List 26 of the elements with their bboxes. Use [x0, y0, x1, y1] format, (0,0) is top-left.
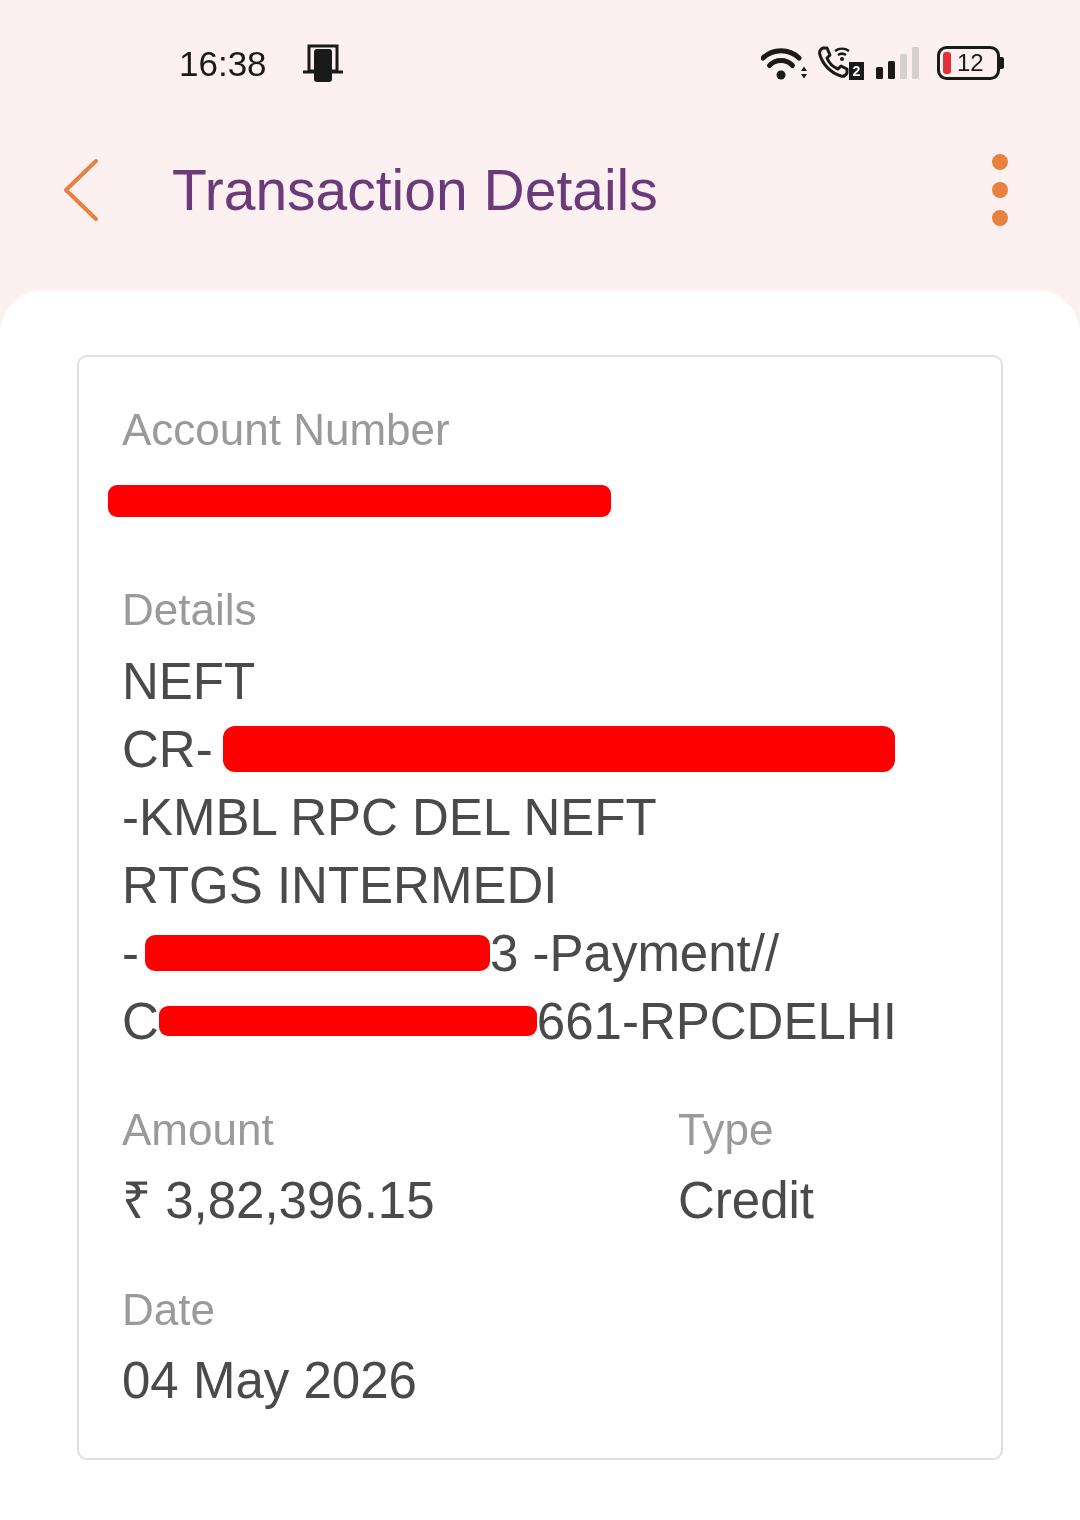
details-text: - — [122, 927, 139, 979]
phone-screen-icon — [302, 44, 343, 82]
field-label: Account Number — [122, 405, 450, 455]
date-value: 04 May 2026 — [122, 1351, 417, 1411]
field-label: Amount — [122, 1105, 274, 1155]
details-text: CR- — [122, 723, 213, 775]
status-time: 16:38 — [179, 45, 267, 81]
details-text: 661-RPCDELHI — [536, 995, 897, 1047]
battery-icon — [937, 46, 1004, 80]
details-text: RTGS INTERMEDI — [122, 859, 558, 911]
wifi-icon — [761, 45, 808, 81]
field-label: Type — [678, 1105, 774, 1155]
back-icon — [62, 158, 100, 222]
field-label: Details — [122, 585, 257, 635]
details-text: NEFT — [122, 655, 256, 707]
battery-percentage: 12 — [957, 51, 984, 75]
field-label: Date — [122, 1285, 215, 1335]
signal-icon — [876, 47, 920, 79]
more-options-icon — [991, 153, 1009, 227]
amount-value: ₹ 3,82,396.15 — [122, 1171, 435, 1231]
details-text: -KMBL RPC DEL NEFT — [122, 791, 657, 843]
page-title: Transaction Details — [172, 161, 658, 219]
type-value: Credit — [678, 1171, 815, 1231]
wifi-calling-icon — [817, 45, 851, 79]
details-text: C — [122, 995, 159, 1047]
sim-badge: 2 — [849, 62, 864, 80]
